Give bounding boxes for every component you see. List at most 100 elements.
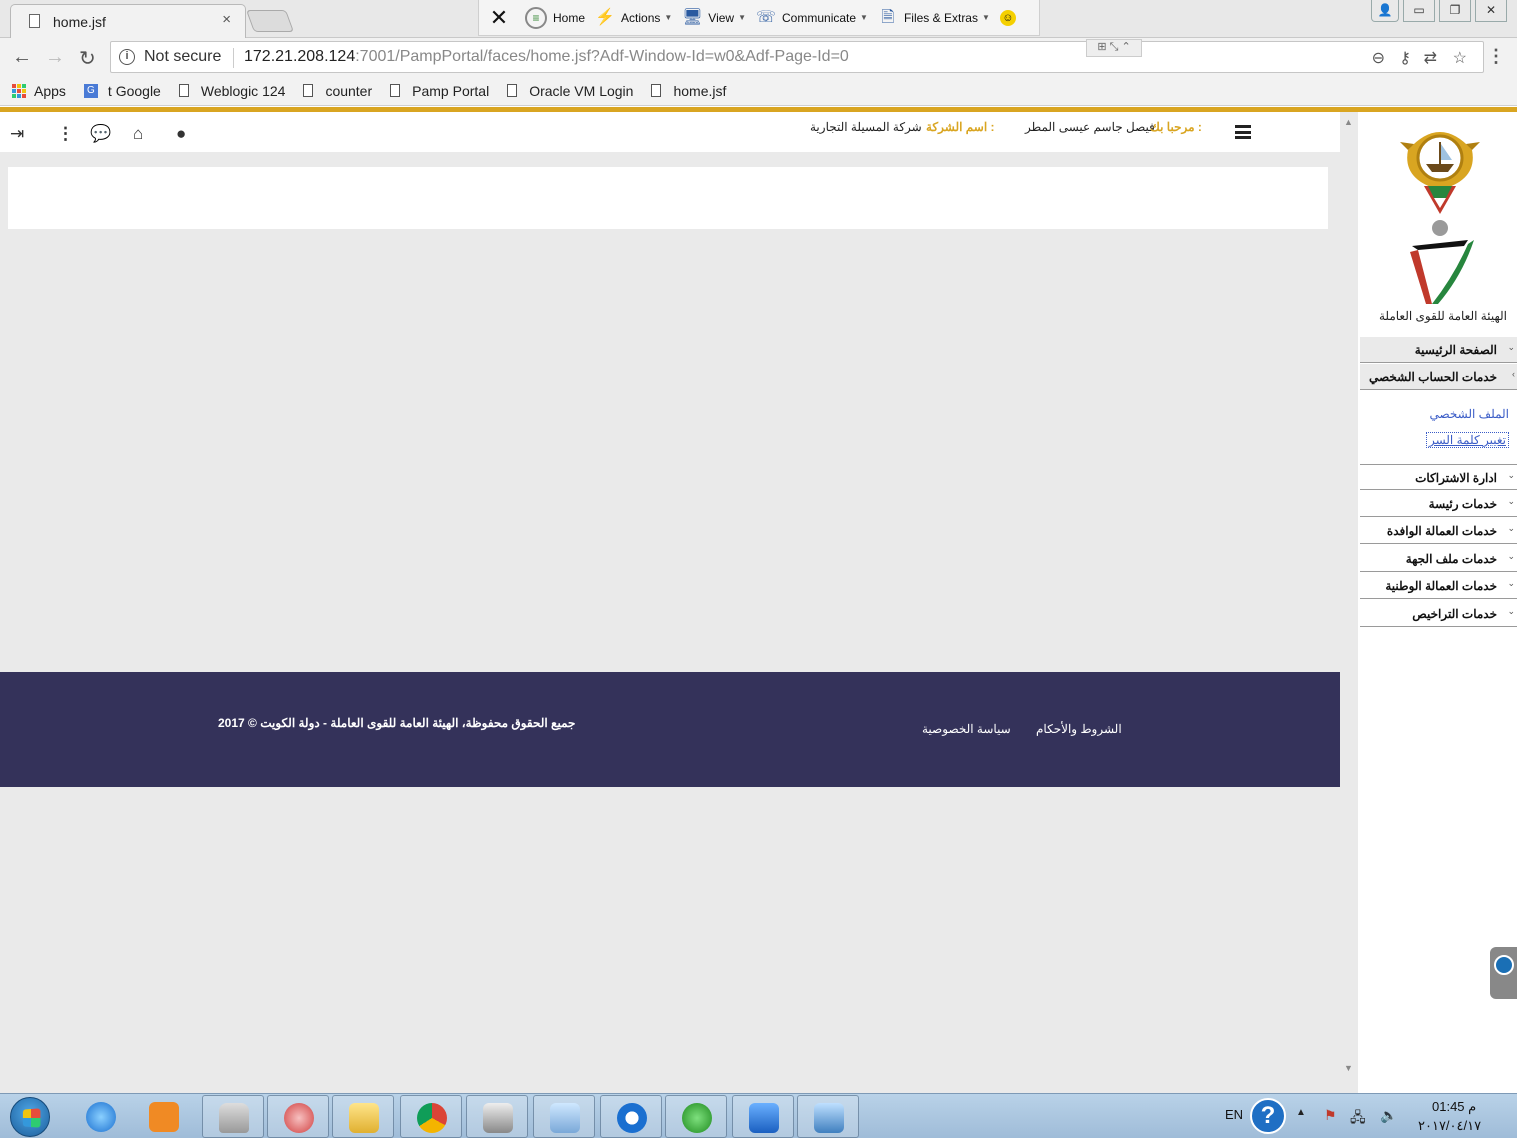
- translate-icon[interactable]: ⇄: [1424, 48, 1437, 68]
- teamviewer-side-handle[interactable]: [1490, 947, 1517, 999]
- sidebar-item-subscriptions[interactable]: ادارة الاشتراكات ⌄: [1360, 464, 1517, 490]
- help-icon[interactable]: ?: [1250, 1098, 1286, 1134]
- teamviewer-home-button[interactable]: ≡ Home: [525, 6, 585, 29]
- language-indicator[interactable]: EN: [1225, 1107, 1243, 1122]
- page-icon: [178, 84, 189, 97]
- teamviewer-actions-button[interactable]: ⚡ Actions ▼: [595, 8, 672, 28]
- teamviewer-files-button[interactable]: 🗎 Files & Extras ▼: [878, 8, 990, 28]
- chat-icon[interactable]: 💬: [90, 124, 111, 144]
- sidebar-item-licenses[interactable]: خدمات التراخيص ⌄: [1360, 601, 1517, 627]
- url-text[interactable]: 172.21.208.124:7001/PampPortal/faces/hom…: [244, 48, 849, 66]
- browser-menu-icon[interactable]: ⋮: [1487, 46, 1505, 67]
- caret-down-icon: ▼: [860, 13, 868, 22]
- taskbar-notepad[interactable]: [533, 1095, 595, 1138]
- user-profile-icon[interactable]: 👤: [1371, 0, 1399, 22]
- sidebar-item-expat-labor[interactable]: خدمات العمالة الوافدة ⌄: [1360, 518, 1517, 544]
- info-icon[interactable]: i: [119, 49, 135, 65]
- bookmark-weblogic[interactable]: Weblogic 124: [178, 83, 285, 99]
- more-options-icon[interactable]: ⋮: [57, 124, 74, 144]
- forward-arrow-icon[interactable]: →: [45, 46, 65, 69]
- taskbar-internet-explorer[interactable]: [70, 1095, 132, 1138]
- new-tab-button[interactable]: [245, 10, 295, 32]
- close-window-button[interactable]: ✕: [1475, 0, 1507, 22]
- apps-grid-icon: [12, 83, 26, 98]
- taskbar-snipping-tool[interactable]: [267, 1095, 329, 1138]
- terms-link[interactable]: الشروط والأحكام: [1036, 722, 1122, 736]
- bookmark-label: Pamp Portal: [412, 82, 490, 99]
- home-icon[interactable]: ⌂: [133, 124, 143, 144]
- teamviewer-smiley-button[interactable]: ☺: [999, 9, 1022, 26]
- taskbar-remote-desktop[interactable]: [797, 1095, 859, 1138]
- hamburger-menu-icon[interactable]: [1235, 125, 1251, 139]
- maximize-button[interactable]: ❐: [1439, 0, 1471, 22]
- sidebar-item-personal-account[interactable]: خدمات الحساب الشخصي ‹: [1360, 364, 1517, 390]
- bookmark-google[interactable]: G t Google: [83, 82, 161, 99]
- sidebar-link-profile[interactable]: الملف الشخصي: [1429, 407, 1509, 421]
- taskbar-green-s-app[interactable]: [665, 1095, 727, 1138]
- taskbar-database-app[interactable]: [202, 1095, 264, 1138]
- bookmark-apps[interactable]: Apps: [12, 83, 66, 99]
- clock-date[interactable]: ٢٠١٧/٠٤/١٧: [1418, 1118, 1481, 1134]
- teamviewer-icon: [617, 1103, 647, 1133]
- taskbar-file-explorer[interactable]: [332, 1095, 394, 1138]
- sidebar-link-change-password[interactable]: تغيير كلمة السر: [1425, 432, 1509, 448]
- sidebar-item-main-services[interactable]: خدمات رئيسة ⌄: [1360, 491, 1517, 517]
- page-icon: [390, 84, 401, 97]
- clock-time[interactable]: 01:45 م: [1432, 1099, 1476, 1115]
- sidebar-item-label: خدمات العمالة الوافدة: [1386, 524, 1497, 538]
- browser-tab-home[interactable]: home.jsf ×: [10, 4, 246, 39]
- url-host: 172.21.208.124: [244, 48, 356, 65]
- chevron-down-icon: ⌄: [1507, 606, 1515, 616]
- teamviewer-communicate-button[interactable]: ☏ Communicate ▼: [756, 8, 868, 28]
- bookmark-home-jsf[interactable]: home.jsf: [651, 83, 726, 99]
- sidebar-item-label: خدمات الحساب الشخصي: [1368, 370, 1497, 384]
- logout-icon[interactable]: ⇥: [10, 124, 24, 144]
- bookmark-counter[interactable]: counter: [303, 83, 372, 99]
- bookmark-pamp-portal[interactable]: Pamp Portal: [390, 83, 489, 99]
- portal-header-bar: ⇥ ⋮ 💬 ⌂ ● شركة المسيلة التجارية اسم الشر…: [0, 112, 1340, 152]
- tab-title: home.jsf: [53, 14, 106, 30]
- page-icon: [29, 14, 40, 28]
- scroll-up-arrow-icon[interactable]: ▲: [1344, 117, 1353, 127]
- volume-icon[interactable]: 🔈: [1380, 1107, 1397, 1124]
- tab-close-icon[interactable]: ×: [222, 11, 231, 28]
- address-bar[interactable]: i Not secure 172.21.208.124:7001/PampPor…: [110, 39, 1484, 73]
- teamviewer-collapse-tab[interactable]: ⊞ ⤡ ⌃: [1086, 39, 1142, 57]
- bookmark-label: Oracle VM Login: [529, 82, 634, 99]
- teamviewer-close-button[interactable]: ✕: [489, 6, 515, 28]
- sidebar-item-entity-file[interactable]: خدمات ملف الجهة ⌄: [1360, 546, 1517, 572]
- taskbar-teamviewer[interactable]: [600, 1095, 662, 1138]
- action-center-flag-icon[interactable]: ⚑: [1324, 1107, 1337, 1124]
- key-icon[interactable]: ⚷: [1399, 48, 1411, 68]
- network-icon[interactable]: 🖧: [1350, 1107, 1366, 1131]
- tray-expand-icon[interactable]: ▲: [1296, 1107, 1306, 1118]
- database-icon: [219, 1103, 249, 1133]
- taskbar-media-player[interactable]: [133, 1095, 195, 1138]
- copyright-text: جميع الحقوق محفوظة، الهيئة العامة للقوى …: [218, 716, 576, 730]
- bookmarks-bar: Apps G t Google Weblogic 124 counter Pam…: [0, 76, 1517, 106]
- teamviewer-toolbar: ✕ ≡ Home ⚡ Actions ▼ 🖥 View ▼ ☏ Communicate ▼ 🗎…: [478, 0, 1040, 36]
- privacy-policy-link[interactable]: سياسة الخصوصية: [922, 722, 1011, 736]
- pdf-icon: [749, 1103, 779, 1133]
- url-path: :7001/PampPortal/faces/home.jsf?Adf-Wind…: [355, 48, 849, 65]
- security-label[interactable]: Not secure: [144, 48, 221, 66]
- chevron-down-icon: ⌄: [1507, 470, 1515, 480]
- sidebar-item-label: ادارة الاشتراكات: [1415, 471, 1497, 485]
- minimize-button[interactable]: ▭: [1403, 0, 1435, 22]
- start-button[interactable]: [10, 1097, 50, 1137]
- user-icon[interactable]: ●: [176, 124, 186, 144]
- reload-icon[interactable]: ↻: [79, 46, 96, 71]
- bookmark-oracle-vm[interactable]: Oracle VM Login: [507, 83, 633, 99]
- zoom-icon[interactable]: ⊖: [1372, 48, 1385, 68]
- scroll-down-arrow-icon[interactable]: ▼: [1344, 1063, 1353, 1073]
- bookmark-label: t Google: [107, 82, 161, 99]
- sidebar-item-national-labor[interactable]: خدمات العمالة الوطنية ⌄: [1360, 573, 1517, 599]
- back-arrow-icon[interactable]: ←: [12, 46, 32, 69]
- teamviewer-view-button[interactable]: 🖥 View ▼: [682, 8, 746, 28]
- sidebar-item-home[interactable]: الصفحة الرئيسية ⌄: [1360, 337, 1517, 363]
- sidebar-item-label: خدمات العمالة الوطنية: [1385, 579, 1497, 593]
- taskbar-chrome[interactable]: [400, 1095, 462, 1138]
- taskbar-pdf-app[interactable]: [732, 1095, 794, 1138]
- bookmark-star-icon[interactable]: ☆: [1453, 48, 1467, 68]
- taskbar-credential-app[interactable]: [466, 1095, 528, 1138]
